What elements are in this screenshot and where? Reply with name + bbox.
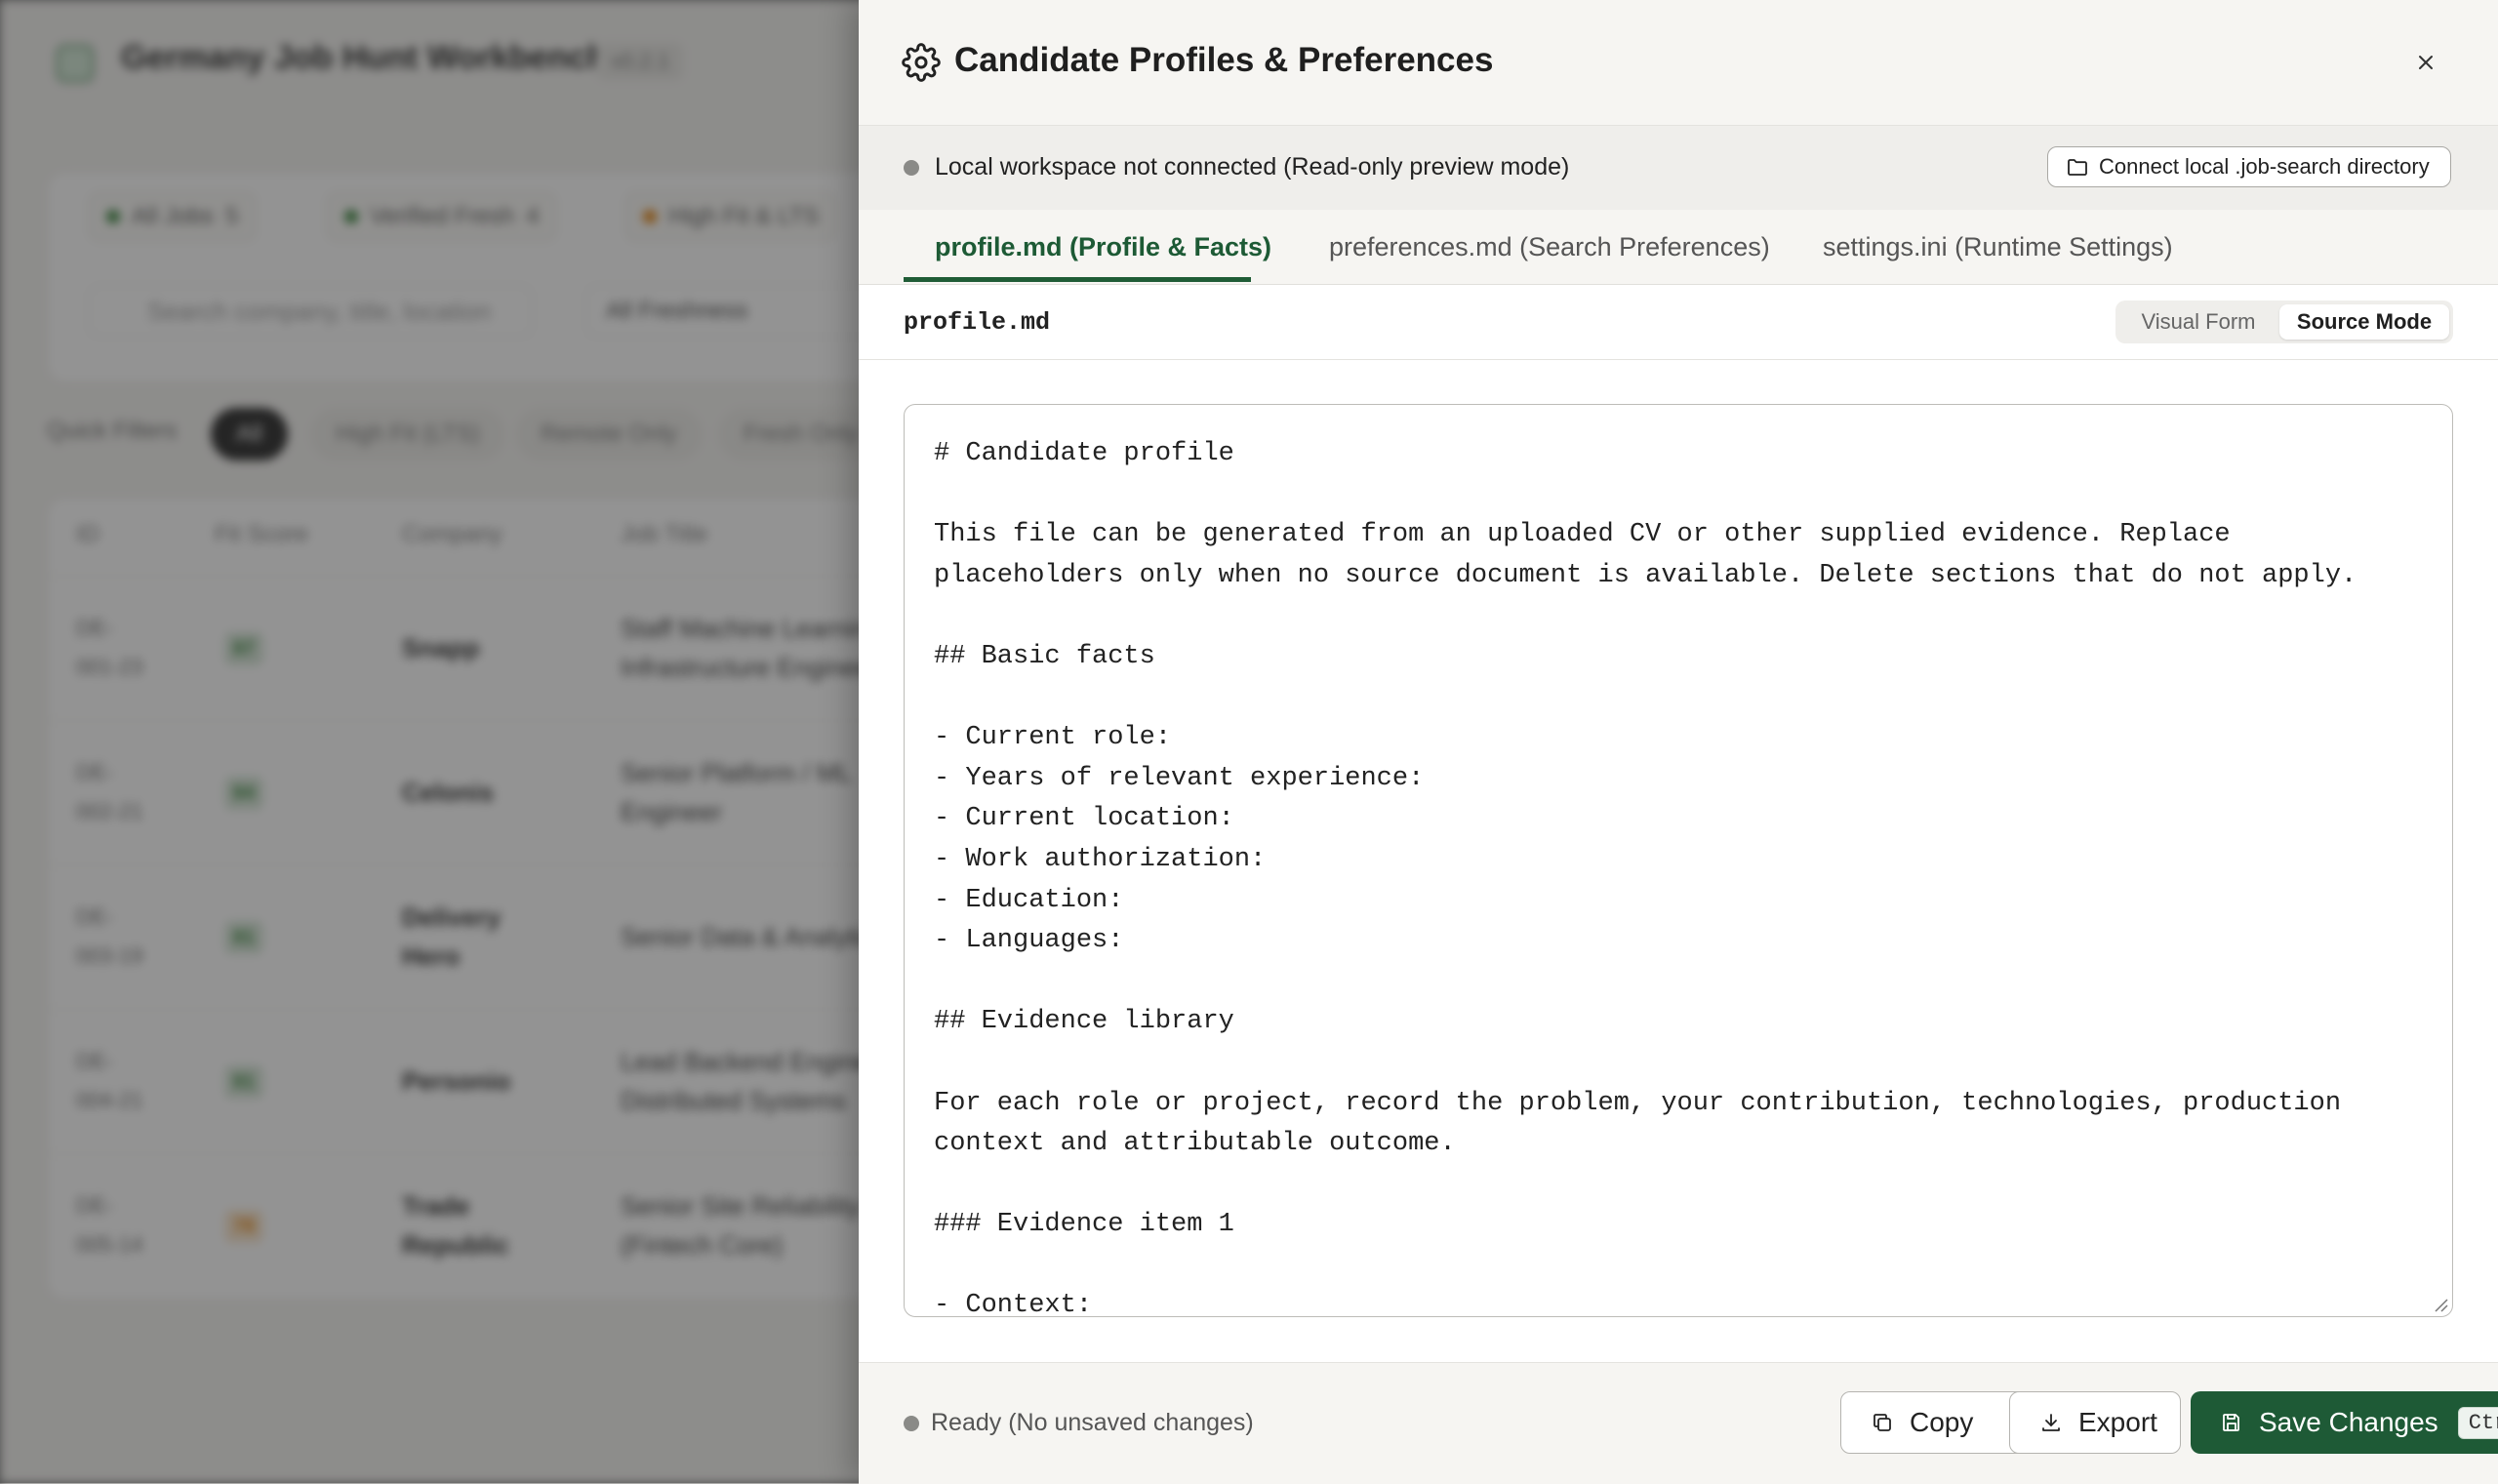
active-tab-indicator: [904, 277, 1251, 282]
workspace-notice: Local workspace not connected (Read-only…: [935, 153, 1570, 180]
tab-settings[interactable]: settings.ini (Runtime Settings): [1823, 232, 2173, 262]
save-changes-label: Save Changes: [2259, 1407, 2438, 1437]
resize-handle-icon[interactable]: [2432, 1296, 2449, 1313]
copy-label: Copy: [1910, 1407, 1974, 1437]
current-file-name: profile.md: [904, 308, 1051, 337]
folder-icon: [2068, 159, 2087, 176]
tab-profile[interactable]: profile.md (Profile & Facts): [935, 232, 1271, 262]
connect-directory-button[interactable]: Connect local .job-search directory: [2047, 146, 2451, 187]
save-status: Ready (No unsaved changes): [931, 1409, 1254, 1436]
status-dot: [904, 1416, 919, 1431]
save-icon: [2223, 1414, 2239, 1431]
save-shortcut-badge: Ctrl+S: [2457, 1406, 2498, 1439]
visual-form-toggle[interactable]: Visual Form: [2119, 304, 2277, 340]
export-label: Export: [2078, 1407, 2157, 1437]
close-icon: [2419, 56, 2433, 69]
close-button[interactable]: [2406, 43, 2445, 82]
status-dot: [904, 160, 919, 176]
tab-preferences[interactable]: preferences.md (Search Preferences): [1329, 232, 1770, 262]
download-icon: [2042, 1414, 2060, 1431]
save-changes-button[interactable]: Save Changes Ctrl+S: [2191, 1391, 2498, 1454]
profiles-panel: Candidate Profiles & Preferences Local w…: [859, 0, 2498, 1484]
source-editor[interactable]: # Candidate profile This file can be gen…: [904, 404, 2453, 1317]
connect-directory-label: Connect local .job-search directory: [2099, 154, 2430, 179]
export-button[interactable]: Export: [2009, 1391, 2181, 1454]
copy-icon: [1874, 1414, 1891, 1431]
gear-icon: [902, 43, 941, 82]
panel-title: Candidate Profiles & Preferences: [954, 41, 1494, 79]
source-mode-toggle[interactable]: Source Mode: [2279, 304, 2449, 340]
